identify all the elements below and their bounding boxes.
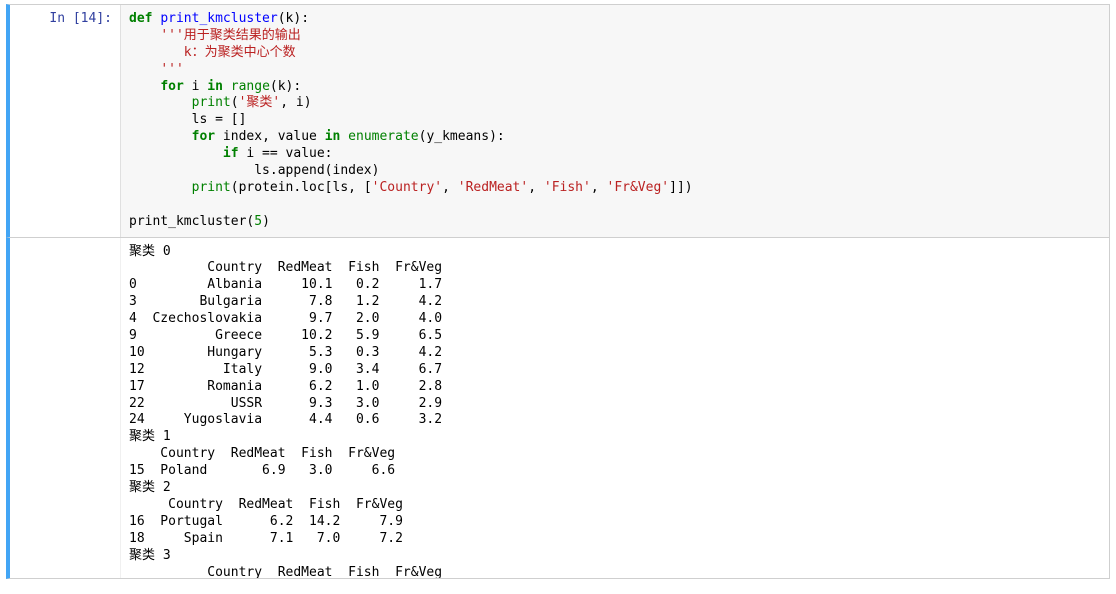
output-cell: 聚类 0 Country RedMeat Fish Fr&Veg 0 Alban… (6, 238, 1110, 579)
input-prompt-label: In [14]: (49, 11, 112, 26)
code-text: ]]) (669, 180, 692, 195)
code-text: ls = [] (192, 112, 247, 127)
code-text: i == value: (239, 146, 333, 161)
string-literal: '聚类' (239, 95, 281, 110)
code-text: (y_kmeans): (419, 129, 505, 144)
code-cell[interactable]: In [14]: def print_kmcluster(k): '''用于聚类… (6, 4, 1110, 238)
docstring-line: ''' (160, 62, 183, 77)
code-text: index, value (215, 129, 325, 144)
builtin-print: print (192, 95, 231, 110)
code-text: ls.append(index) (254, 163, 379, 178)
code-text: , (591, 180, 607, 195)
docstring-line: '''用于聚类结果的输出 (160, 28, 300, 43)
output-prompt (10, 238, 120, 578)
fn-name: print_kmcluster (160, 11, 277, 26)
code-content[interactable]: def print_kmcluster(k): '''用于聚类结果的输出 k：为… (129, 11, 1101, 231)
code-text: , (442, 180, 458, 195)
string-literal: 'Country' (372, 180, 442, 195)
code-text: ) (262, 214, 270, 229)
docstring-line: k：为聚类中心个数 (160, 45, 295, 60)
kw-in: in (325, 129, 341, 144)
code-text: print_kmcluster( (129, 214, 254, 229)
code-text: (k): (278, 11, 309, 26)
kw-def: def (129, 11, 152, 26)
builtin-enumerate: enumerate (340, 129, 418, 144)
output-area: 聚类 0 Country RedMeat Fish Fr&Veg 0 Alban… (120, 238, 1109, 578)
output-scroll-region[interactable]: 聚类 0 Country RedMeat Fish Fr&Veg 0 Alban… (120, 238, 1109, 578)
kw-for: for (160, 79, 183, 94)
notebook: In [14]: def print_kmcluster(k): '''用于聚类… (0, 0, 1116, 579)
code-text: (k): (270, 79, 301, 94)
code-text: (protein.loc[ls, [ (231, 180, 372, 195)
code-editor[interactable]: def print_kmcluster(k): '''用于聚类结果的输出 k：为… (120, 5, 1109, 237)
code-text: ( (231, 95, 239, 110)
kw-if: if (223, 146, 239, 161)
code-text: , (528, 180, 544, 195)
code-text: , i) (280, 95, 311, 110)
string-literal: 'RedMeat' (458, 180, 528, 195)
string-literal: 'Fr&Veg' (607, 180, 670, 195)
input-prompt: In [14]: (10, 5, 120, 237)
number-literal: 5 (254, 214, 262, 229)
kw-for: for (192, 129, 215, 144)
output-text: 聚类 0 Country RedMeat Fish Fr&Veg 0 Alban… (129, 244, 1101, 578)
string-literal: 'Fish' (544, 180, 591, 195)
kw-in: in (207, 79, 223, 94)
builtin-print: print (192, 180, 231, 195)
code-text: i (184, 79, 207, 94)
builtin-range: range (223, 79, 270, 94)
